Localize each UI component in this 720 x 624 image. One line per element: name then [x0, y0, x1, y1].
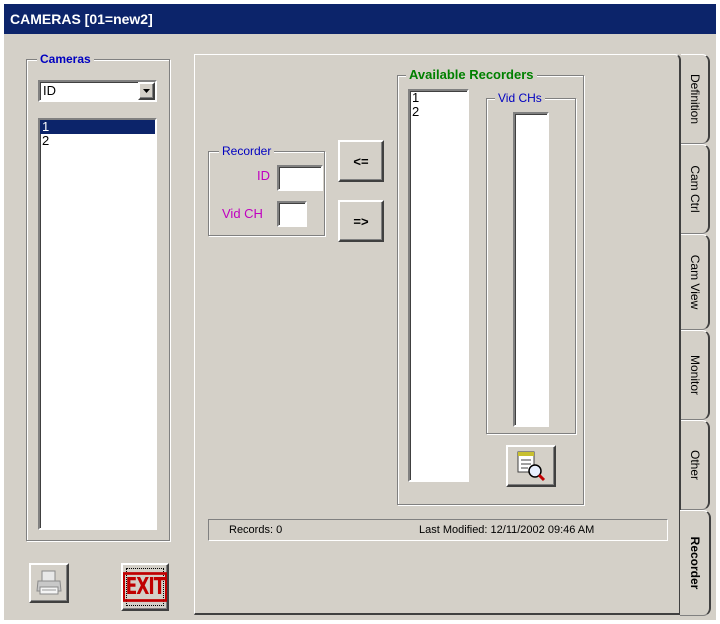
recorder-list-item[interactable]: 1	[410, 91, 467, 105]
exit-button[interactable]: EXIT	[121, 563, 169, 611]
printer-icon	[36, 570, 62, 595]
vidchs-legend: Vid CHs	[495, 90, 545, 106]
camera-sort-select[interactable]: ID	[38, 80, 157, 102]
unassign-button[interactable]: =>	[338, 200, 384, 242]
tab-recorder[interactable]: Recorder	[680, 510, 711, 616]
camera-list[interactable]: 12	[38, 118, 157, 530]
tab-other[interactable]: Other	[681, 420, 710, 510]
status-bar: Records: 0 Last Modified: 12/11/2002 09:…	[208, 519, 668, 541]
tab-label: Recorder	[687, 536, 702, 590]
dropdown-button[interactable]	[138, 82, 155, 100]
tab-cam-ctrl[interactable]: Cam Ctrl	[681, 144, 710, 234]
camera-list-item[interactable]: 1	[40, 120, 155, 134]
recorder-group: Recorder	[208, 143, 325, 236]
tab-monitor[interactable]: Monitor	[681, 330, 710, 420]
window-title: CAMERAS [01=new2]	[10, 11, 153, 27]
last-modified: Last Modified: 12/11/2002 09:46 AM	[419, 524, 595, 536]
print-button[interactable]	[29, 563, 69, 603]
records-count: Records: 0	[229, 524, 283, 536]
title-bar: CAMERAS [01=new2]	[4, 4, 716, 34]
camera-sort-value: ID	[43, 83, 56, 98]
find-icon	[517, 451, 546, 482]
tab-label: Cam Ctrl	[687, 165, 702, 213]
tab-label: Other	[687, 449, 702, 481]
exit-label: EXIT	[122, 572, 168, 602]
assign-button[interactable]: <=	[338, 140, 384, 182]
tab-label: Definition	[687, 73, 702, 125]
tab-panel: Recorder ID Vid CH <= => Available Recor…	[194, 54, 681, 615]
cameras-legend: Cameras	[37, 51, 94, 67]
recorder-id-label: ID	[257, 168, 270, 183]
available-recorders-list[interactable]: 12	[408, 89, 469, 482]
recorder-id-field[interactable]	[277, 165, 323, 191]
tab-label: Cam View	[687, 254, 702, 310]
tab-definition[interactable]: Definition	[681, 54, 710, 144]
tab-cam-view[interactable]: Cam View	[681, 234, 710, 330]
recorder-list-item[interactable]: 2	[410, 105, 467, 119]
recorder-list-rows: 12	[410, 91, 467, 119]
vidchs-list[interactable]	[513, 112, 549, 427]
find-button[interactable]	[506, 445, 556, 487]
recorder-vidch-field[interactable]	[277, 201, 307, 227]
exit-sign: EXIT	[122, 568, 168, 606]
available-recorders-legend: Available Recorders	[406, 67, 537, 83]
camera-list-rows: 12	[40, 120, 155, 148]
recorder-vidch-label: Vid CH	[222, 206, 263, 221]
tab-label: Monitor	[687, 354, 702, 396]
dropdown-arrow-icon	[143, 89, 150, 93]
recorder-legend: Recorder	[219, 143, 275, 159]
camera-list-item[interactable]: 2	[40, 134, 155, 148]
window-body: Cameras ID 12 EXIT Recorder ID Vid CH <=…	[4, 34, 716, 620]
